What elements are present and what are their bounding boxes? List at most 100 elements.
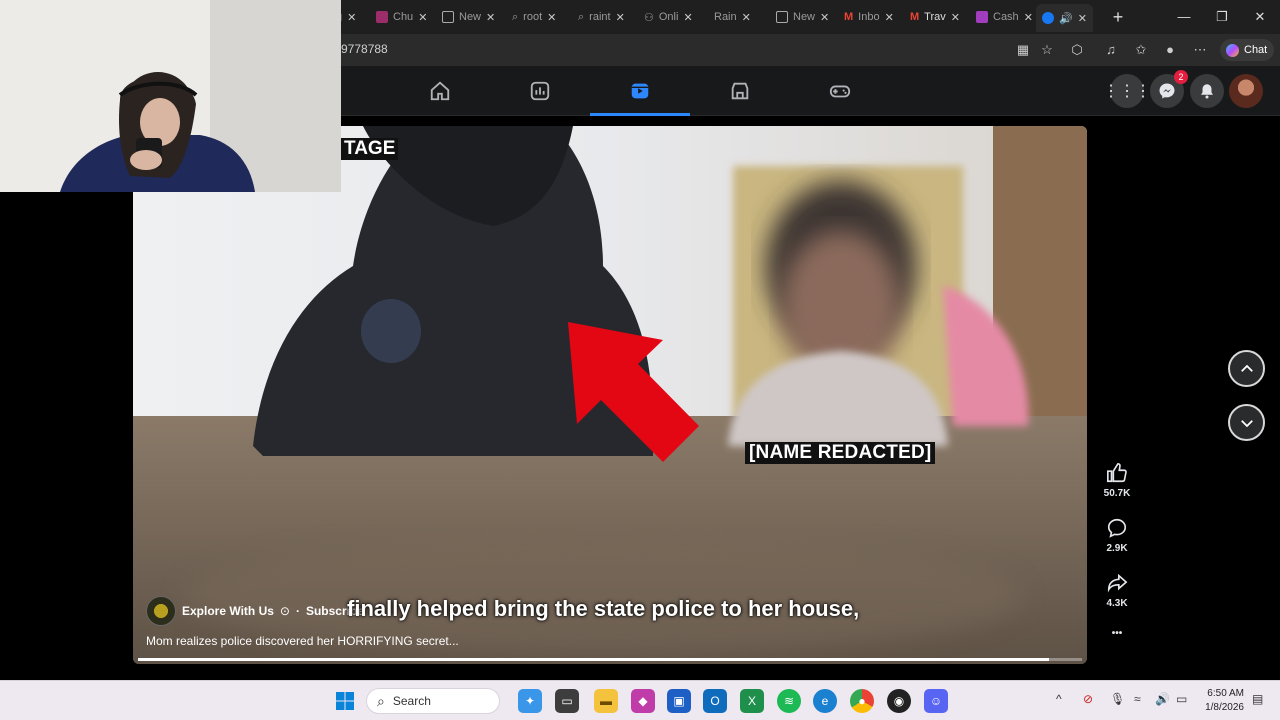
spotify-icon[interactable]: ≋ [777, 689, 801, 713]
separator-dot: · [295, 604, 300, 618]
tab-favicon-icon [976, 11, 988, 23]
new-tab-button[interactable]: + [1108, 6, 1128, 28]
previous-reel-button[interactable] [1228, 350, 1265, 387]
microphone-icon[interactable]: 🎙 [1110, 692, 1125, 706]
browser-tab[interactable]: New ✕ [770, 6, 835, 28]
tab-close-icon[interactable]: ✕ [951, 11, 960, 24]
favorite-star-icon[interactable]: ☆ [1037, 40, 1057, 60]
browser-tab[interactable]: New ✕ [436, 6, 501, 28]
tab-close-icon[interactable]: ✕ [1024, 11, 1033, 24]
tab-close-icon[interactable]: ✕ [486, 11, 495, 24]
tab-label: Inbo [858, 11, 880, 23]
security-icon[interactable]: ⊘ [1083, 692, 1093, 706]
excel-icon[interactable]: X [740, 689, 764, 713]
close-window-icon[interactable]: ✕ [1246, 6, 1274, 28]
nav-dashboard-tab[interactable] [490, 66, 590, 116]
tab-close-icon[interactable]: ✕ [616, 11, 625, 24]
obs-icon[interactable]: ◉ [887, 689, 911, 713]
speaker-icon[interactable]: 🔊 [1059, 12, 1073, 25]
notifications-center-icon[interactable]: ▤ [1252, 692, 1263, 706]
tab-label: raint [589, 11, 611, 23]
clock-time: 6:50 AM [1207, 688, 1244, 699]
like-button[interactable]: 50.7K [1098, 462, 1136, 499]
extensions-icon[interactable]: ⬡ [1067, 40, 1087, 60]
reel-video-player[interactable]: TAGE [NAME REDACTED] Explore With Us ⊙ ·… [133, 126, 1087, 664]
copilot-chat-button[interactable]: Chat [1220, 39, 1274, 61]
tab-close-icon[interactable]: ✕ [885, 11, 894, 24]
browser-tab[interactable]: Rain ✕ [708, 6, 757, 28]
show-hidden-icons[interactable]: ^ [1056, 692, 1062, 706]
messenger-badge: 2 [1174, 70, 1188, 84]
tab-label: Rain [714, 11, 737, 23]
task-view-icon[interactable]: ▭ [555, 689, 579, 713]
taskbar-search[interactable]: ⌕ Search [366, 688, 500, 714]
nav-home-tab[interactable] [390, 66, 490, 116]
tab-close-icon[interactable]: ✕ [1078, 12, 1087, 25]
comment-icon [1107, 518, 1127, 538]
battery-icon[interactable]: ▭ [1176, 692, 1187, 706]
copilot-app-icon[interactable]: ◆ [631, 689, 655, 713]
dashboard-icon [530, 81, 550, 101]
video-progress-bar[interactable] [138, 658, 1082, 661]
share-icon [1107, 573, 1128, 593]
share-button[interactable]: 4.3K [1098, 572, 1136, 609]
nav-gaming-tab[interactable] [790, 66, 890, 116]
browser-tab-active[interactable]: 🔊 ✕ [1036, 4, 1093, 32]
video-subtitle: finally helped bring the state police to… [347, 596, 860, 621]
comment-count: 2.9K [1106, 543, 1128, 554]
volume-icon[interactable]: 🔊 [1155, 692, 1170, 706]
profile-icon[interactable]: ● [1160, 40, 1180, 60]
tab-label: New [793, 11, 816, 23]
tab-favicon-icon [376, 11, 388, 23]
tab-close-icon[interactable]: ✕ [683, 11, 692, 24]
browser-tab[interactable]: M Inbo ✕ [838, 6, 900, 28]
tab-favicon-icon [776, 11, 788, 23]
tab-close-icon[interactable]: ✕ [820, 11, 829, 24]
webcam-overlay [0, 0, 341, 192]
windows-logo-icon [336, 692, 354, 710]
tab-close-icon[interactable]: ✕ [742, 11, 751, 24]
browser-tab[interactable]: M Trav ✕ [904, 6, 966, 28]
file-explorer-icon[interactable]: ▬ [594, 689, 618, 713]
edge-icon[interactable]: e [813, 689, 837, 713]
start-button[interactable] [333, 689, 357, 713]
menu-button[interactable]: ⋮⋮⋮ [1103, 74, 1151, 108]
split-screen-icon[interactable]: ♫ [1101, 40, 1121, 60]
home-icon [430, 81, 450, 101]
next-reel-button[interactable] [1228, 404, 1265, 441]
reel-description[interactable]: Mom realizes police discovered her HORRI… [146, 634, 459, 648]
widgets-icon[interactable]: ✦ [518, 689, 542, 713]
favorites-icon[interactable]: ✩ [1131, 40, 1151, 60]
nav-marketplace-tab[interactable] [690, 66, 790, 116]
comment-button[interactable]: 2.9K [1098, 517, 1136, 554]
account-avatar[interactable] [1229, 74, 1263, 108]
tab-label: Onli [658, 11, 679, 23]
wifi-icon[interactable]: ≈ [1134, 692, 1141, 706]
minimize-icon[interactable]: — [1170, 6, 1198, 28]
address-bar-url[interactable]: 9778788 [341, 42, 388, 56]
outlook-icon[interactable]: O [703, 689, 727, 713]
messenger-button[interactable]: 2 [1150, 70, 1188, 108]
more-actions-button[interactable]: ••• [1098, 628, 1136, 639]
tab-close-icon[interactable]: ✕ [347, 11, 356, 24]
store-icon[interactable]: ▣ [667, 689, 691, 713]
channel-avatar[interactable] [146, 596, 176, 626]
browser-tab[interactable]: Cash ✕ [970, 6, 1039, 28]
tab-close-icon[interactable]: ✕ [418, 11, 427, 24]
browser-tab[interactable]: ⌕ raint ✕ [572, 6, 631, 28]
taskbar-clock[interactable]: 6:50 AM 1/8/2026 [1198, 687, 1244, 715]
discord-icon[interactable]: ☺ [924, 689, 948, 713]
browser-tab[interactable]: Chu ✕ [370, 6, 433, 28]
channel-name[interactable]: Explore With Us [182, 604, 274, 618]
tab-close-icon[interactable]: ✕ [547, 11, 556, 24]
verified-icon: ⊙ [279, 604, 290, 618]
tab-search-icon: ⌕ [578, 10, 585, 23]
browser-tab[interactable]: ⌕ root ✕ [506, 6, 562, 28]
nav-video-tab[interactable] [590, 66, 690, 116]
browser-tab[interactable]: ⚇ Onli ✕ [638, 6, 699, 28]
more-options-icon[interactable]: ⋯ [1190, 40, 1210, 60]
chrome-icon[interactable]: ● [850, 689, 874, 713]
apps-grid-icon[interactable]: ▦ [1013, 40, 1033, 60]
restore-icon[interactable]: ❐ [1208, 6, 1236, 28]
notifications-button[interactable] [1190, 74, 1224, 108]
